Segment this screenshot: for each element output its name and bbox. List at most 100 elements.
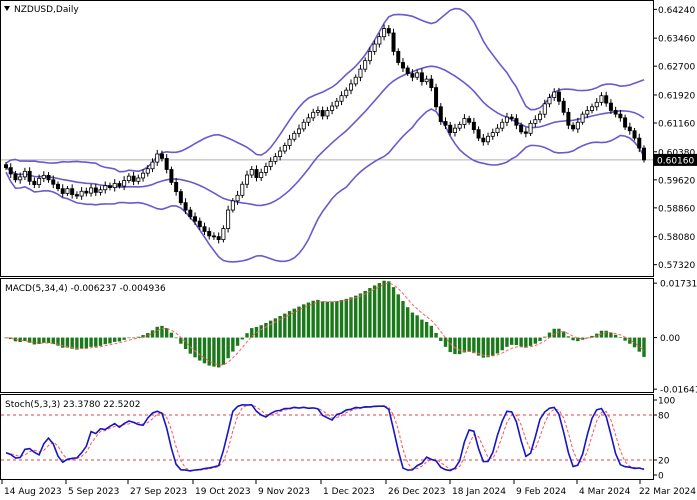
stochastic-lines [1, 403, 653, 472]
candle [259, 172, 264, 179]
candle [637, 137, 642, 149]
candle [155, 153, 160, 163]
macd-bar [316, 299, 320, 338]
candle [306, 117, 311, 123]
candle [183, 202, 188, 211]
macd-bar [330, 301, 334, 338]
candle [254, 169, 259, 179]
macd-tick-label: -0.016414 [660, 386, 697, 396]
macd-bar [207, 337, 211, 366]
chart-header[interactable]: NZDUSD,Daily [4, 5, 79, 15]
macd-bar [491, 337, 495, 356]
macd-bar [84, 337, 89, 349]
candle [278, 150, 283, 157]
macd-bar [462, 337, 467, 353]
price-tick-label: 0.59620 [658, 176, 695, 186]
candle [230, 200, 235, 211]
candle [400, 62, 405, 69]
macd-bar [335, 300, 339, 338]
time-tick-label: 5 Sep 2023 [68, 487, 119, 497]
candle [396, 51, 401, 63]
macd-bar [268, 320, 273, 338]
candle [202, 226, 207, 232]
time-tick-label: 18 Jan 2024 [452, 487, 506, 497]
candle [320, 110, 325, 117]
candle [410, 73, 415, 78]
candle [37, 177, 42, 186]
candle [571, 124, 576, 130]
candle [358, 68, 363, 78]
candle [292, 132, 297, 140]
price-tick-label: 0.61160 [658, 120, 695, 130]
candle [74, 194, 79, 197]
macd-signal-line [5, 282, 645, 366]
candle [353, 76, 358, 85]
macd-bar [628, 337, 632, 344]
macd-bar [42, 337, 46, 343]
candle [207, 231, 212, 237]
middle-band [5, 65, 645, 207]
candle [363, 60, 368, 70]
candle [452, 127, 457, 133]
macd-bar [613, 334, 618, 338]
macd-bar [561, 331, 566, 338]
macd-bar [297, 306, 301, 338]
macd-bar [434, 332, 438, 338]
macd-bar [221, 337, 226, 365]
macd-bar [552, 328, 556, 338]
candle [93, 187, 98, 193]
candle [642, 147, 647, 161]
candle [618, 113, 623, 119]
candle [197, 220, 202, 228]
candle [55, 183, 60, 190]
candle [405, 67, 410, 74]
macd-bar [155, 326, 159, 338]
macd-bar [32, 337, 37, 345]
candle [131, 175, 136, 182]
macd-bar [89, 337, 93, 347]
macd-bar [453, 337, 457, 355]
macd-bar [557, 328, 561, 338]
macd-bar [547, 332, 552, 338]
macd-bar [623, 337, 627, 341]
candle [457, 124, 462, 129]
bollinger-bands [5, 7, 645, 263]
macd-bar [202, 337, 207, 364]
candle [287, 138, 292, 146]
price-tick-label: 0.63460 [658, 35, 695, 45]
macd-bar [358, 293, 363, 338]
macd-bar [566, 336, 571, 338]
candle [471, 121, 476, 131]
candle [504, 116, 509, 123]
macd-bar [420, 319, 424, 338]
macd-bar [524, 337, 528, 348]
macd-bar [302, 304, 306, 338]
macd-bar [571, 337, 575, 341]
macd-bar [368, 288, 372, 338]
candle [325, 110, 330, 117]
candle [27, 170, 32, 182]
macd-bar [509, 337, 514, 345]
candle [547, 97, 552, 105]
time-tick-label: 19 Oct 2023 [195, 487, 251, 497]
macd-bar [439, 337, 443, 341]
triangle-down-icon[interactable] [4, 6, 10, 11]
candle [490, 132, 495, 137]
macd-bar [98, 337, 103, 346]
candle [391, 32, 396, 52]
candle [136, 177, 141, 182]
macd-bar [429, 325, 434, 338]
candle [65, 188, 70, 194]
macd-bar [495, 337, 500, 354]
candle [240, 183, 245, 196]
candle [585, 110, 590, 115]
macd-bar [216, 337, 221, 368]
price-tick-label: 0.64240 [658, 6, 695, 16]
candle [150, 161, 155, 170]
macd-title: MACD(5,34,4) -0.006237 -0.004936 [5, 284, 166, 294]
candle [599, 95, 604, 103]
price-tick-label: 0.61920 [658, 91, 695, 101]
candle [580, 113, 585, 123]
candle [60, 188, 65, 194]
macd-bar [245, 333, 249, 338]
